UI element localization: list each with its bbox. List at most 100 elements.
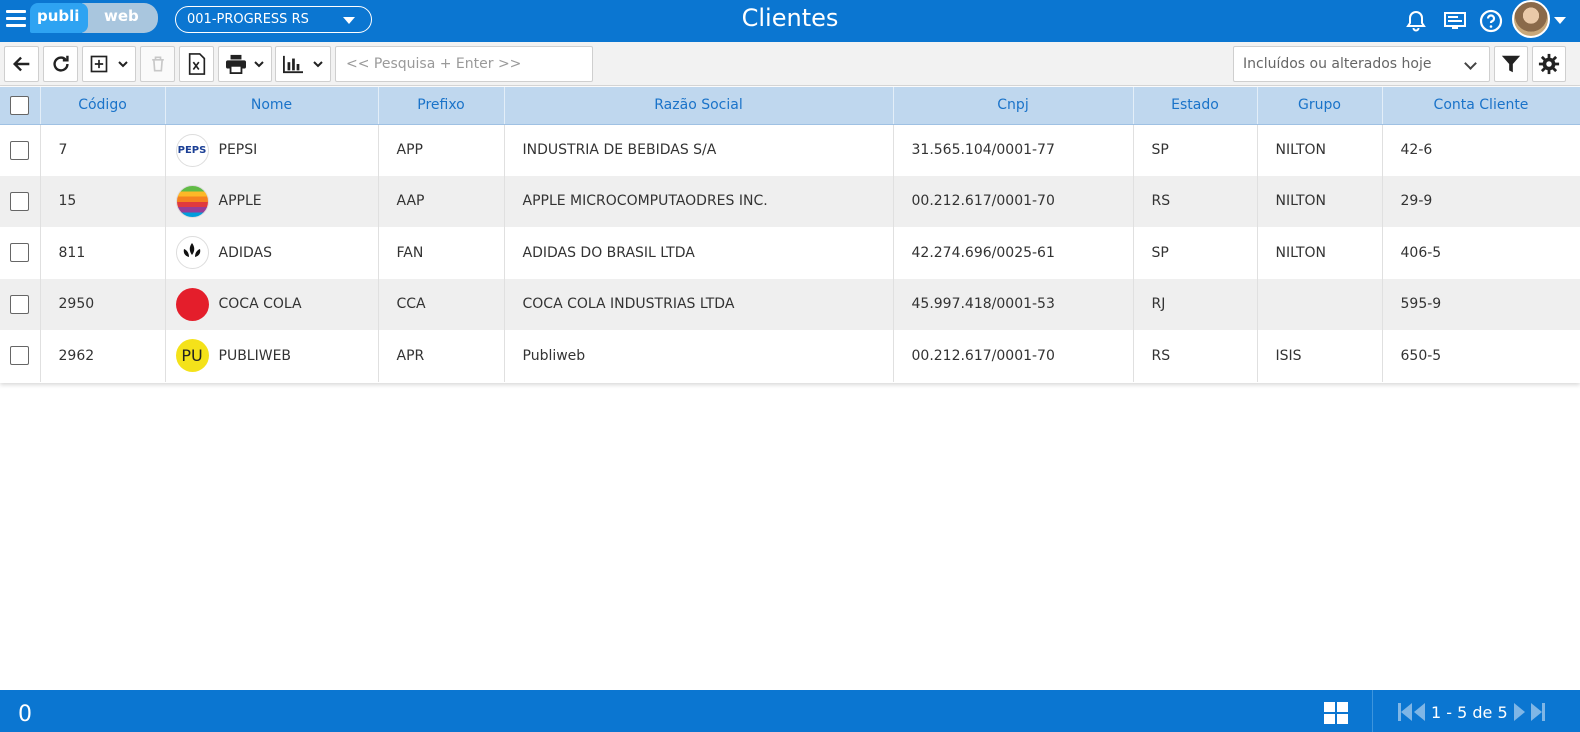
bell-icon[interactable] — [1404, 9, 1428, 33]
cell-nome: PU PUBLIWEB — [165, 330, 379, 382]
cell-conta-cliente: 650-5 — [1382, 330, 1580, 382]
column-header-codigo[interactable]: Código — [40, 87, 166, 125]
top-bar: web publi 001-PROGRESS RS Clientes — [0, 0, 1580, 42]
row-select-cell — [0, 124, 41, 176]
cell-razao-social: Publiweb — [504, 330, 894, 382]
cell-codigo: 2950 — [40, 278, 166, 330]
table-row[interactable]: 2950 COCA COLA CCA COCA COLA INDUSTRIAS … — [0, 278, 1580, 330]
cell-codigo: 7 — [40, 124, 166, 176]
app-logo[interactable]: web publi — [30, 1, 158, 35]
plus-square-icon — [90, 55, 108, 73]
chevron-down-icon — [343, 17, 355, 24]
funnel-icon — [1501, 55, 1521, 73]
client-name: PUBLIWEB — [218, 347, 292, 364]
column-header-cnpj[interactable]: Cnpj — [893, 87, 1134, 125]
client-name: APPLE — [218, 193, 262, 210]
search-input[interactable] — [335, 46, 593, 82]
cell-codigo: 811 — [40, 227, 166, 279]
chevron-down-icon[interactable] — [253, 58, 265, 70]
cell-nome: ADIDAS — [165, 227, 379, 279]
monitor-icon[interactable] — [1443, 9, 1467, 33]
cell-grupo: NILTON — [1257, 124, 1383, 176]
row-checkbox[interactable] — [10, 140, 30, 160]
cell-estado: SP — [1133, 227, 1258, 279]
cell-razao-social: APPLE MICROCOMPUTAODRES INC. — [504, 175, 894, 227]
select-all-checkbox[interactable] — [10, 95, 30, 115]
pepsi-logo: PEPS — [175, 133, 209, 167]
company-selector[interactable]: 001-PROGRESS RS — [175, 6, 372, 33]
column-header-grupo[interactable]: Grupo — [1257, 87, 1383, 125]
column-header-prefixo[interactable]: Prefixo — [378, 87, 505, 125]
next-page-icon[interactable] — [1513, 703, 1525, 721]
row-select-cell — [0, 175, 41, 227]
cell-nome: APPLE — [165, 175, 379, 227]
status-bar: 0 1 - 5 de 5 — [0, 690, 1580, 732]
delete-button[interactable] — [140, 46, 175, 82]
cell-prefixo: FAN — [378, 227, 505, 279]
cell-estado: RS — [1133, 175, 1258, 227]
settings-button[interactable] — [1532, 46, 1566, 82]
cell-grupo — [1257, 278, 1383, 330]
chevron-down-icon[interactable] — [1554, 17, 1566, 24]
refresh-button[interactable] — [43, 46, 78, 82]
cell-nome: PEPS PEPSI — [165, 124, 379, 176]
cell-codigo: 2962 — [40, 330, 166, 382]
clients-grid: Código Nome Prefixo Razão Social Cnpj Es… — [0, 87, 1580, 383]
arrow-left-icon — [12, 56, 29, 72]
cell-conta-cliente: 595-9 — [1382, 278, 1580, 330]
chevron-down-icon[interactable] — [312, 58, 324, 70]
cell-cnpj: 00.212.617/0001-70 — [893, 175, 1134, 227]
table-row[interactable]: 15 APPLE AAP APPLE MICROCOMPUTAODRES INC… — [0, 175, 1580, 227]
last-page-icon[interactable] — [1541, 703, 1545, 721]
cell-conta-cliente: 42-6 — [1382, 124, 1580, 176]
cell-prefixo: APP — [378, 124, 505, 176]
cell-razao-social: ADIDAS DO BRASIL LTDA — [504, 227, 894, 279]
chevron-down-icon — [1464, 57, 1477, 70]
last-page-arrow-icon[interactable] — [1530, 703, 1542, 721]
hamburger-icon[interactable] — [6, 10, 26, 28]
help-icon[interactable] — [1479, 9, 1503, 33]
print-button[interactable] — [218, 46, 272, 82]
logo-publi: publi — [30, 3, 88, 33]
table-row[interactable]: 2962 PU PUBLIWEB APR Publiweb 00.212.617/… — [0, 330, 1580, 382]
back-button[interactable] — [4, 46, 39, 82]
column-header-razao-social[interactable]: Razão Social — [504, 87, 894, 125]
table-row[interactable]: 811 ADIDAS FAN ADIDAS DO BRASIL LTDA 42.… — [0, 227, 1580, 279]
cell-prefixo: APR — [378, 330, 505, 382]
row-select-cell — [0, 330, 41, 382]
row-select-cell — [0, 278, 41, 330]
divider — [1372, 690, 1373, 732]
user-avatar[interactable] — [1512, 0, 1550, 38]
cell-conta-cliente: 406-5 — [1382, 227, 1580, 279]
row-checkbox[interactable] — [10, 294, 30, 314]
cell-grupo: NILTON — [1257, 175, 1383, 227]
row-checkbox[interactable] — [10, 191, 30, 211]
cell-grupo: ISIS — [1257, 330, 1383, 382]
column-header-conta-cliente[interactable]: Conta Cliente — [1382, 87, 1580, 125]
first-page-arrow-icon[interactable] — [1401, 703, 1412, 721]
apple-logo — [175, 184, 209, 218]
cell-grupo: NILTON — [1257, 227, 1383, 279]
select-all-cell — [0, 87, 41, 125]
filter-select[interactable]: Incluídos ou alterados hoje — [1233, 46, 1490, 82]
column-header-estado[interactable]: Estado — [1133, 87, 1258, 125]
excel-icon — [188, 53, 205, 75]
prev-page-icon[interactable] — [1414, 703, 1425, 721]
chart-button[interactable] — [275, 46, 331, 82]
cell-estado: RS — [1133, 330, 1258, 382]
trash-icon — [151, 56, 164, 72]
filter-button[interactable] — [1494, 46, 1528, 82]
export-excel-button[interactable] — [179, 46, 214, 82]
add-button[interactable] — [82, 46, 136, 82]
grid-view-icon[interactable] — [1324, 702, 1348, 724]
chevron-down-icon[interactable] — [117, 58, 129, 70]
row-checkbox[interactable] — [10, 346, 30, 366]
company-selector-label: 001-PROGRESS RS — [187, 12, 309, 27]
logo-web: web — [82, 3, 158, 33]
gear-icon — [1538, 53, 1560, 75]
table-header-row: Código Nome Prefixo Razão Social Cnpj Es… — [0, 87, 1580, 125]
column-header-nome[interactable]: Nome — [165, 87, 379, 125]
selected-count: 0 — [18, 702, 32, 727]
row-checkbox[interactable] — [10, 243, 30, 263]
table-row[interactable]: 7 PEPS PEPSI APP INDUSTRIA DE BEBIDAS S/A… — [0, 124, 1580, 176]
